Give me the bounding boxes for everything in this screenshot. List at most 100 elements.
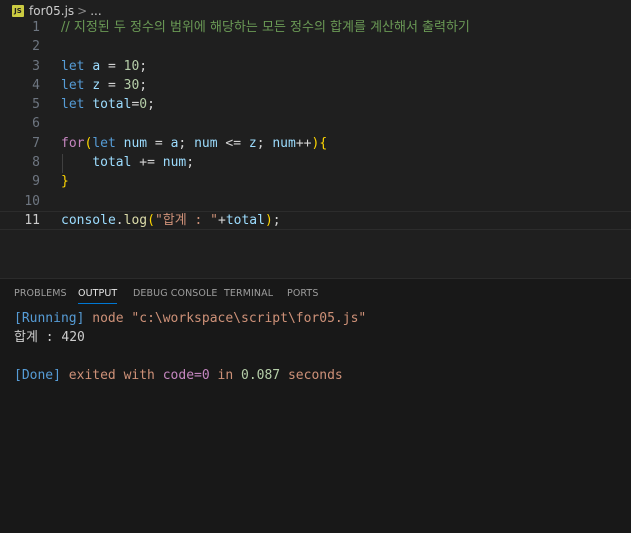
- code-token: ;: [256, 136, 273, 151]
- code-token: ;: [186, 155, 195, 170]
- code-token: num: [123, 136, 148, 151]
- line-number: 3: [32, 59, 40, 74]
- code-line[interactable]: 7 for(let num = a; num <= z; num++){: [0, 134, 631, 153]
- code-token: =: [147, 136, 171, 151]
- code-token: total: [225, 213, 265, 228]
- code-token: total: [92, 155, 132, 170]
- code-token: ;: [272, 213, 281, 228]
- output-line: 합계 : 420: [14, 328, 366, 347]
- code-token: ;: [147, 97, 155, 112]
- code-token: let: [61, 59, 85, 74]
- code-token: {: [319, 136, 328, 151]
- tab-terminal[interactable]: TERMINAL: [224, 288, 273, 299]
- code-token: }: [61, 174, 69, 189]
- code-token: .: [115, 213, 124, 228]
- line-number: 2: [32, 39, 40, 54]
- code-token: ): [264, 213, 273, 228]
- code-token: 0: [139, 97, 148, 112]
- chevron-right-icon: >: [77, 4, 88, 18]
- code-token: ;: [178, 136, 195, 151]
- code-token: num: [162, 155, 187, 170]
- code-token: for: [61, 136, 85, 151]
- output-line: [Done] exited with code=0 in 0.087 secon…: [14, 366, 366, 385]
- code-text: let total=0;: [61, 95, 155, 114]
- code-line[interactable]: 3 let a = 10;: [0, 57, 631, 76]
- tab-debug-console[interactable]: DEBUG CONSOLE: [133, 288, 218, 299]
- output-token: code=0: [162, 368, 210, 383]
- bottom-panel: PROBLEMS OUTPUT DEBUG CONSOLE TERMINAL PORTS…: [0, 278, 631, 533]
- code-token: total: [92, 97, 132, 112]
- active-tab-indicator: [78, 303, 117, 304]
- output-token: node: [84, 311, 132, 326]
- output-line: [Running] node "c:\workspace\script\for0…: [14, 309, 366, 328]
- output-token: 0.087: [241, 368, 281, 383]
- code-token: let: [92, 136, 116, 151]
- code-line[interactable]: 8 total += num;: [0, 153, 631, 173]
- line-number: 7: [32, 136, 40, 151]
- code-line[interactable]: 5 let total=0;: [0, 95, 631, 114]
- output-token: "c:\workspace\script\for05.js": [131, 311, 367, 326]
- code-editor[interactable]: 1 // 지정된 두 정수의 범위에 해당하는 모든 정수의 합계를 계산해서 출…: [0, 18, 631, 276]
- code-token: +=: [131, 155, 163, 170]
- line-number: 4: [32, 78, 40, 93]
- code-line[interactable]: 10: [0, 192, 631, 211]
- line-number: 1: [32, 20, 40, 35]
- code-token: a: [92, 59, 101, 74]
- code-line[interactable]: 1 // 지정된 두 정수의 범위에 해당하는 모든 정수의 합계를 계산해서 출…: [0, 18, 631, 37]
- code-line[interactable]: 4 let z = 30;: [0, 76, 631, 95]
- code-line[interactable]: 9}: [0, 172, 631, 191]
- tab-ports[interactable]: PORTS: [287, 288, 318, 299]
- code-text: console.log("합계 : "+total);: [61, 212, 281, 229]
- output-token: 합계 : 420: [14, 330, 85, 345]
- code-token: console: [61, 213, 116, 228]
- tab-problems[interactable]: PROBLEMS: [14, 288, 67, 299]
- code-token: ;: [139, 78, 148, 93]
- code-token: <=: [217, 136, 249, 151]
- code-token: z: [92, 78, 101, 93]
- code-token: num: [194, 136, 218, 151]
- breadcrumb-file[interactable]: for05.js: [29, 4, 74, 18]
- line-number: 8: [32, 155, 40, 170]
- output-token: [Running]: [14, 311, 85, 326]
- code-text: let z = 30;: [61, 76, 147, 95]
- output-token: seconds: [280, 368, 343, 383]
- javascript-file-icon: JS: [12, 5, 24, 17]
- panel-tabs: PROBLEMS OUTPUT DEBUG CONSOLE TERMINAL PORTS: [0, 279, 631, 309]
- code-text: for(let num = a; num <= z; num++){: [61, 134, 327, 153]
- code-token: =: [100, 78, 124, 93]
- code-token: ;: [139, 59, 148, 74]
- code-text: }: [61, 172, 69, 191]
- code-token: (: [147, 213, 155, 228]
- code-line[interactable]: 6: [0, 114, 631, 133]
- indent-guide: [62, 154, 63, 173]
- tab-output[interactable]: OUTPUT: [78, 288, 117, 299]
- code-text: let a = 10;: [61, 57, 147, 76]
- code-token: num: [272, 136, 296, 151]
- output-token: exited with: [60, 368, 163, 383]
- code-token: log: [123, 213, 148, 228]
- code-token: "합계 : ": [154, 213, 218, 228]
- code-token: z: [248, 136, 257, 151]
- line-number: 10: [24, 194, 40, 209]
- code-token: let: [61, 78, 85, 93]
- code-token: 10: [123, 59, 140, 74]
- code-token: 30: [123, 78, 140, 93]
- output-console[interactable]: [Running] node "c:\workspace\script\for0…: [14, 309, 366, 385]
- breadcrumb-symbols[interactable]: ...: [90, 4, 101, 18]
- code-line[interactable]: 11 console.log("합계 : "+total);: [0, 211, 631, 230]
- code-line[interactable]: 2: [0, 37, 631, 56]
- code-text: // 지정된 두 정수의 범위에 해당하는 모든 정수의 합계를 계산해서 출력…: [61, 18, 470, 37]
- line-number: 9: [32, 174, 40, 189]
- line-number: 6: [32, 116, 40, 131]
- code-token: ++: [295, 136, 312, 151]
- code-token: let: [61, 97, 85, 112]
- code-token: +: [218, 213, 226, 228]
- output-token: [Done]: [14, 368, 61, 383]
- code-token: =: [100, 59, 124, 74]
- code-text: total += num;: [61, 153, 194, 172]
- line-number: 5: [32, 97, 40, 112]
- output-token: in: [209, 368, 241, 383]
- code-token: // 지정된 두 정수의 범위에 해당하는 모든 정수의 합계를 계산해서 출력…: [61, 20, 470, 35]
